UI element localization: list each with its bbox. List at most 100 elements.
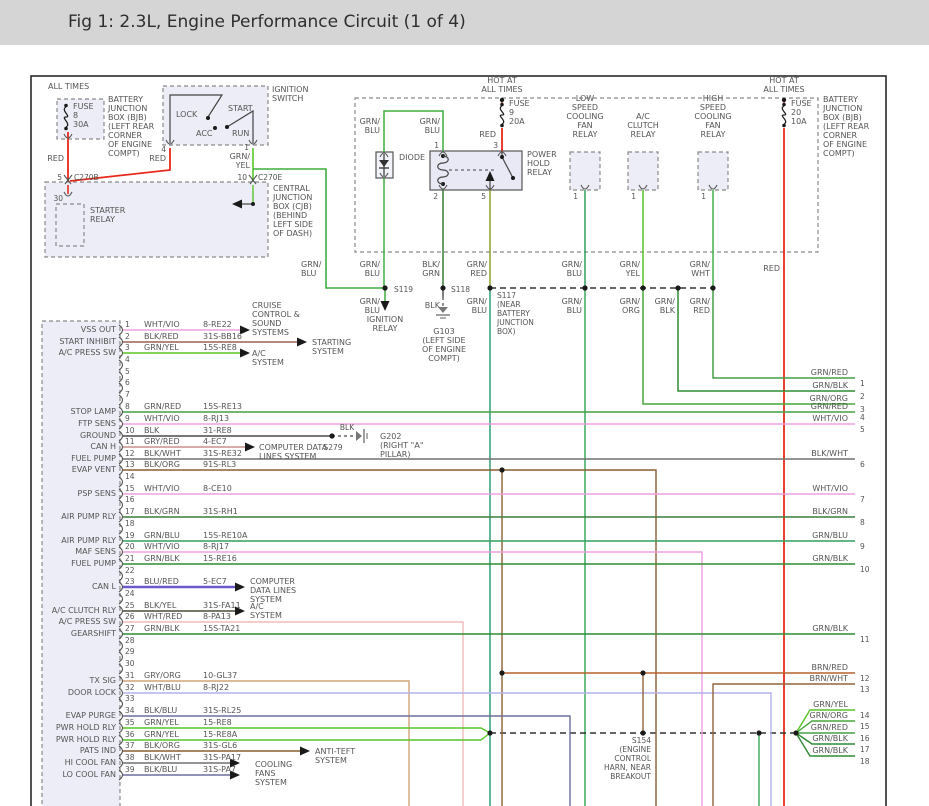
component-box bbox=[56, 204, 84, 246]
signal-name: PWR HOLD RLY bbox=[56, 735, 116, 744]
wire-color-label: BRN/WHT bbox=[809, 674, 848, 683]
circuit-id-label: 31S-GL6 bbox=[203, 741, 237, 750]
pin-number: 1 bbox=[125, 320, 130, 329]
diagram-label: COOLING bbox=[566, 112, 603, 121]
pin-number: 16 bbox=[860, 734, 870, 743]
junction-dot bbox=[499, 467, 504, 472]
signal-name: PATS IND bbox=[80, 746, 116, 755]
diagram-label: IGNITION bbox=[272, 85, 308, 94]
diagram-label: RED bbox=[479, 130, 496, 139]
wire-color-label: GRN/RED bbox=[811, 723, 848, 732]
junction-dot bbox=[640, 285, 645, 290]
fuse-icon bbox=[782, 124, 786, 128]
wire-color-label: BLK/ORG bbox=[144, 460, 180, 469]
circuit-id-label: 8-PA13 bbox=[203, 612, 231, 621]
diagram-label: SPEED bbox=[572, 103, 598, 112]
wiring-diagram-page: ALL TIMESFUSE830ABATTERYJUNCTIONBOX (BJB… bbox=[0, 0, 929, 806]
circuit-id-label: 31S-RE32 bbox=[203, 449, 242, 458]
pin-number: 10 bbox=[860, 565, 870, 574]
signal-name: FUEL PUMP bbox=[71, 454, 116, 463]
flow-arrow-icon bbox=[245, 443, 255, 452]
diagram-label: ALL TIMES bbox=[481, 85, 522, 94]
diagram-label: RED bbox=[763, 264, 780, 273]
diagram-label: ALL TIMES bbox=[48, 82, 89, 91]
pin-number: 32 bbox=[125, 683, 135, 692]
signal-name: HI COOL FAN bbox=[65, 758, 116, 767]
diagram-label: (LEFT SIDE bbox=[422, 336, 465, 345]
pin-number: 4 bbox=[125, 355, 130, 364]
diagram-label: HOT AT bbox=[769, 76, 799, 85]
diagram-label: (LEFT REAR bbox=[823, 122, 870, 131]
wire-color-label: GRN/YEL bbox=[144, 718, 179, 727]
diagram-label: 20 bbox=[791, 108, 801, 117]
diagram-label: BLK bbox=[425, 301, 441, 310]
diagram-label: GRN/ bbox=[230, 152, 251, 161]
diagram-label: FAN bbox=[705, 121, 720, 130]
diagram-label: S117 bbox=[497, 291, 516, 300]
diagram-label: BREAKOUT bbox=[610, 772, 651, 781]
wire-color-label: GRN/YEL bbox=[813, 700, 848, 709]
diagram-label: GRN/ bbox=[467, 260, 488, 269]
diagram-label: FUSE bbox=[509, 99, 530, 108]
diagram-label: YEL bbox=[235, 161, 251, 170]
junction-dot bbox=[213, 126, 217, 130]
diagram-label: SPEED bbox=[700, 103, 726, 112]
wire-color-label: WHT/VIO bbox=[144, 320, 180, 329]
diagram-label: GRN/ bbox=[690, 260, 711, 269]
pin-number: 4 bbox=[860, 413, 865, 422]
wire-color-label: GRY/RED bbox=[144, 437, 180, 446]
junction-dot bbox=[499, 670, 504, 675]
fuse-icon bbox=[64, 104, 68, 108]
pin-number: 2 bbox=[125, 332, 130, 341]
diagram-label: FANS bbox=[255, 769, 275, 778]
diagram-label: 3 bbox=[493, 141, 498, 150]
diagram-label: YEL bbox=[625, 269, 641, 278]
diagram-label: FAN bbox=[577, 121, 592, 130]
wire-color-label: WHT/BLU bbox=[144, 683, 181, 692]
wire-color-label: BLK/RED bbox=[144, 332, 179, 341]
junction-dot bbox=[782, 98, 786, 102]
signal-name: FUEL PUMP bbox=[71, 559, 116, 568]
diagram-label: A/C bbox=[250, 602, 264, 611]
figure-title: Fig 1: 2.3L, Engine Performance Circuit … bbox=[68, 12, 466, 32]
pin-number: 9 bbox=[125, 414, 130, 423]
flow-arrow-icon bbox=[235, 583, 245, 592]
diagram-label: HOT AT bbox=[487, 76, 517, 85]
pin-number: 22 bbox=[125, 566, 135, 575]
diagram-label: WHT bbox=[691, 269, 710, 278]
diagram-label: BOX (CJB) bbox=[273, 202, 312, 211]
diagram-label: COOLING bbox=[255, 760, 292, 769]
wire-color-label: BLK/BLU bbox=[144, 765, 177, 774]
diagram-label: GRN/ bbox=[360, 260, 381, 269]
diagram-label: BOX (BJB) bbox=[823, 113, 862, 122]
pin-number: 29 bbox=[125, 647, 135, 656]
diagram-label: BLU bbox=[365, 306, 381, 315]
signal-name: DOOR LOCK bbox=[68, 688, 117, 697]
diagram-label: ACC bbox=[196, 129, 213, 138]
diagram-label: G103 bbox=[433, 327, 454, 336]
diagram-label: 20A bbox=[509, 117, 525, 126]
diagram-label: BLU bbox=[567, 269, 583, 278]
diagram-label: S154 bbox=[632, 736, 651, 745]
diagram-label: JUNCTION bbox=[107, 104, 147, 113]
diagram-label: SYSTEM bbox=[312, 347, 344, 356]
circuit-id-label: 15S-RE13 bbox=[203, 402, 242, 411]
signal-name: CAN L bbox=[92, 582, 117, 591]
pin-number: 20 bbox=[125, 542, 135, 551]
signal-name: A/C PRESS SW bbox=[59, 617, 117, 626]
diagram-label: GRN/ bbox=[420, 117, 441, 126]
wire-color-label: WHT/VIO bbox=[144, 414, 180, 423]
diagram-label: GRN/ bbox=[562, 297, 583, 306]
pin-number: 10 bbox=[125, 426, 135, 435]
pin-number: 38 bbox=[125, 753, 135, 762]
diagram-label: SYSTEM bbox=[250, 611, 282, 620]
fuse-icon bbox=[500, 103, 504, 107]
circuit-id-label: 8-RJ22 bbox=[203, 683, 229, 692]
wire-color-label: BLU/RED bbox=[144, 577, 179, 586]
diagram-label: S119 bbox=[394, 285, 413, 294]
pin-number: 33 bbox=[125, 694, 135, 703]
diagram-label: SOUND bbox=[252, 319, 281, 328]
circuit-id-label: 31S-RH1 bbox=[203, 507, 238, 516]
circuit-id-label: 8-RJ17 bbox=[203, 542, 229, 551]
pin-number: 14 bbox=[860, 711, 870, 720]
